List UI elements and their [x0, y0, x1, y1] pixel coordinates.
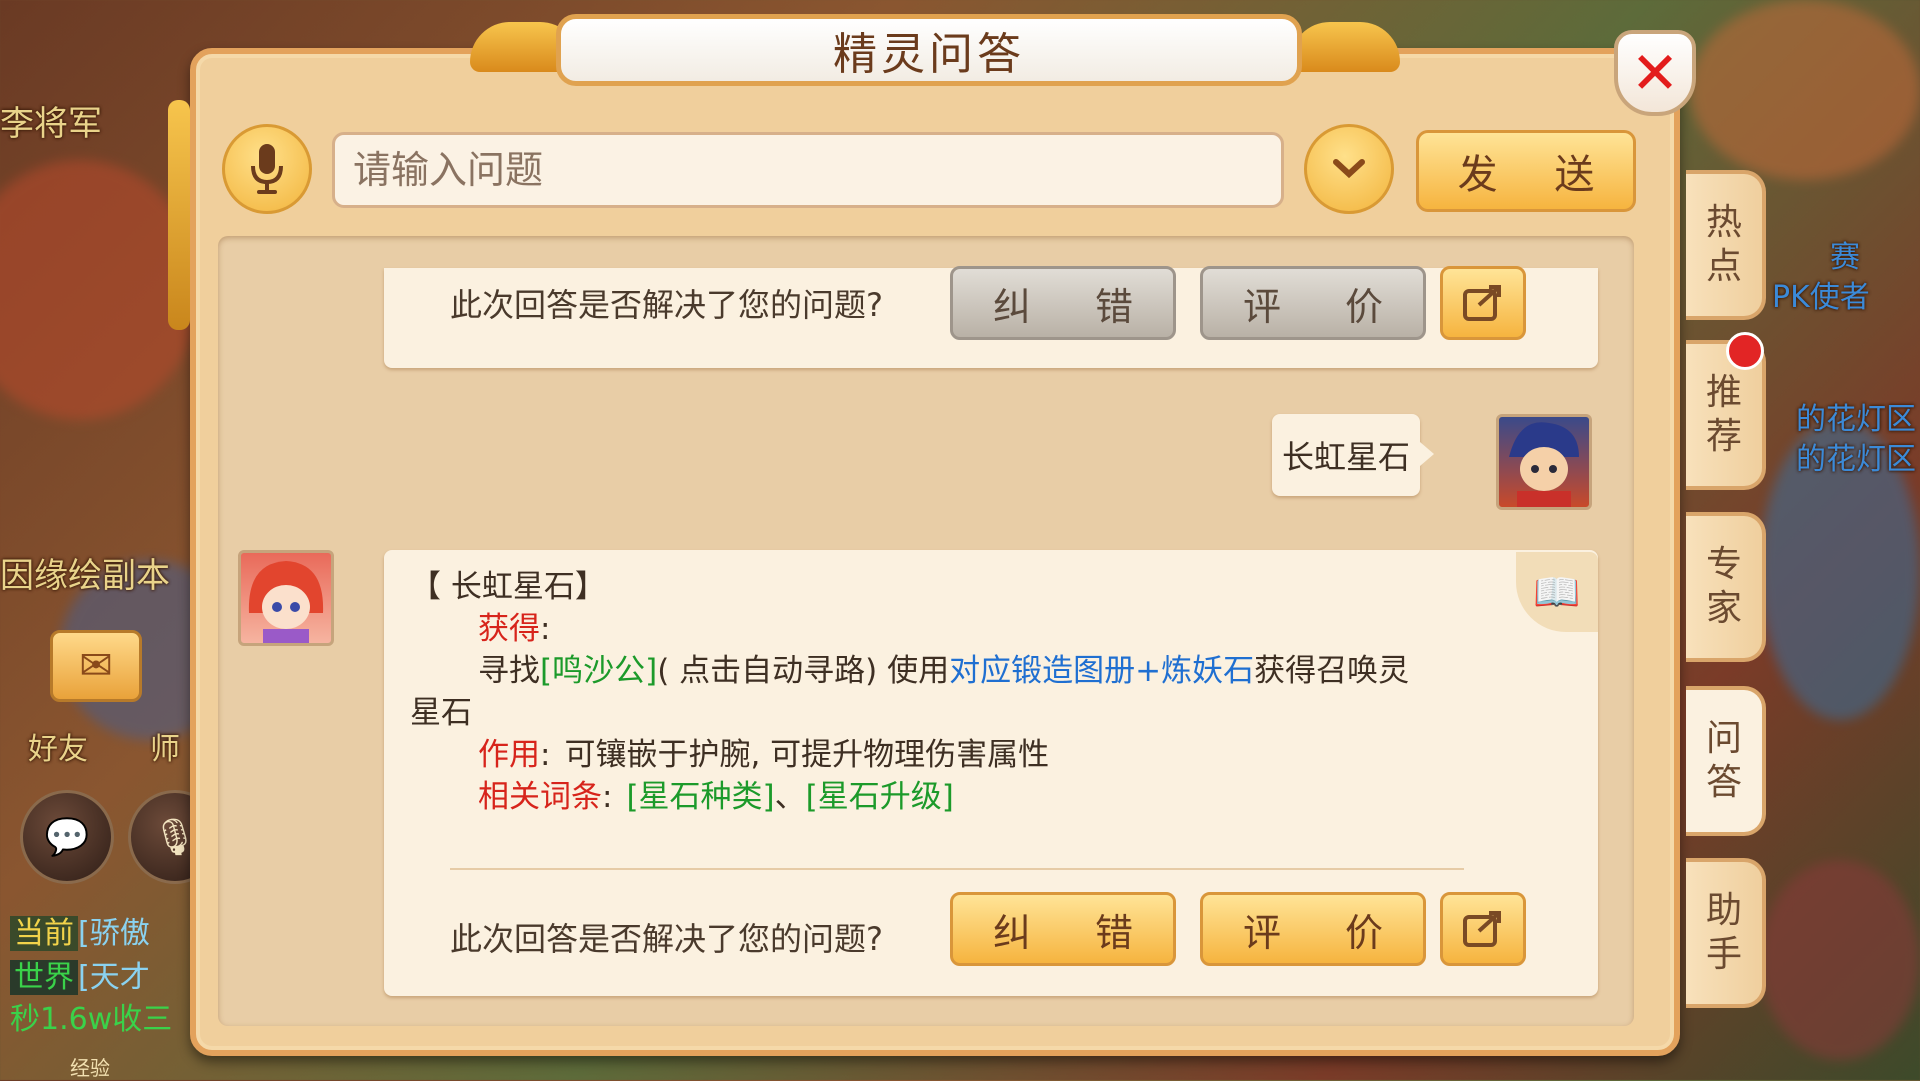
- chevron-down-icon: [1333, 159, 1365, 179]
- background-scene: [1760, 860, 1920, 1060]
- chat-line: 秒1.6w收三: [10, 994, 172, 1038]
- related-separator: 、: [774, 779, 806, 815]
- master-label[interactable]: 师: [150, 724, 180, 768]
- game-event-label: 赛: [1830, 240, 1860, 275]
- chat-line: 当前 [骄傲: [10, 908, 150, 952]
- related-link-types[interactable]: [星石种类]: [626, 779, 774, 815]
- answer-heading: 【 长虹星石】: [410, 569, 606, 605]
- obtain-suffix: 获得召唤灵: [1254, 653, 1410, 689]
- obtain-middle: ( 点击自动寻路) 使用: [657, 653, 950, 689]
- tab-hot[interactable]: 热 点: [1686, 170, 1766, 320]
- game-npc-name: 李将军: [0, 104, 102, 144]
- chat-message: [骄傲: [78, 916, 150, 951]
- tassel-ornament: [168, 100, 190, 330]
- item-link[interactable]: 对应锻造图册+炼妖石: [949, 653, 1254, 689]
- rate-button-disabled[interactable]: 评 价: [1200, 266, 1426, 340]
- share-button[interactable]: [1440, 266, 1526, 340]
- close-icon: ✕: [1630, 39, 1680, 107]
- friends-label[interactable]: 好友: [28, 724, 88, 768]
- chat-message: 秒1.6w收三: [10, 1002, 173, 1037]
- chat-line: 世界 [天才: [10, 952, 150, 996]
- background-scene: [1690, 0, 1920, 180]
- related-row: 相关词条: [星石种类]、[星石升级]: [410, 776, 1530, 818]
- user-message-text: 长虹星石: [1281, 438, 1410, 476]
- tab-label: 问: [1705, 718, 1742, 759]
- obtain-row: 获得:: [410, 608, 1530, 650]
- mail-icon: ✉: [79, 643, 113, 689]
- effect-row: 作用: 可镶嵌于护腕, 可提升物理伤害属性: [410, 734, 1530, 776]
- history-dropdown-button[interactable]: [1304, 124, 1394, 214]
- npc-link[interactable]: [鸣沙公]: [540, 653, 657, 689]
- title-ornament-right: [1290, 22, 1400, 72]
- spirit-avatar: [238, 550, 334, 646]
- tab-label: 点: [1705, 246, 1742, 287]
- obtain-prefix: 寻找: [478, 653, 540, 689]
- related-label: 相关词条: [478, 779, 602, 815]
- feedback-question: 此次回答是否解决了您的问题?: [450, 920, 883, 958]
- obtain-detail-row: 寻找[鸣沙公]( 点击自动寻路) 使用对应锻造图册+炼妖石获得召唤灵: [410, 650, 1530, 692]
- feedback-question: 此次回答是否解决了您的问题?: [450, 286, 883, 324]
- colon: :: [540, 737, 551, 773]
- tab-label: 荐: [1705, 416, 1742, 457]
- tab-label: 家: [1705, 588, 1742, 629]
- user-avatar-icon: [1509, 422, 1579, 507]
- dialog-title-bar: 精灵问答: [556, 14, 1302, 86]
- game-npc-title: PK使者: [1772, 280, 1870, 315]
- voice-input-button[interactable]: [222, 124, 312, 214]
- effect-text: 可镶嵌于护腕, 可提升物理伤害属性: [564, 737, 1050, 773]
- chat-message: [天才: [78, 960, 150, 995]
- correct-button-disabled[interactable]: 纠 错: [950, 266, 1176, 340]
- chat-button[interactable]: 💬: [20, 790, 114, 884]
- send-button[interactable]: 发 送: [1416, 130, 1636, 212]
- tab-label: 答: [1705, 762, 1742, 803]
- dialog-title: 精灵问答: [833, 29, 1025, 80]
- microphone-icon: [251, 144, 283, 194]
- chat-channel: 当前: [10, 916, 78, 951]
- close-button[interactable]: ✕: [1614, 30, 1696, 116]
- exp-label: 经验: [70, 1056, 110, 1080]
- correct-button[interactable]: 纠 错: [950, 892, 1176, 966]
- user-message-bubble: 长虹星石: [1272, 414, 1434, 496]
- user-avatar: [1496, 414, 1592, 510]
- obtain-detail-wrap: 星石: [410, 695, 472, 731]
- tab-label: 热: [1705, 202, 1742, 243]
- mail-button[interactable]: ✉: [50, 630, 142, 702]
- game-npc-name: 的花灯区: [1796, 442, 1916, 477]
- game-dungeon-label[interactable]: 因缘绘副本: [0, 548, 170, 597]
- question-input-box[interactable]: [332, 132, 1284, 208]
- colon: :: [540, 611, 551, 647]
- tab-label: 专: [1705, 544, 1742, 585]
- question-input[interactable]: [335, 135, 1281, 205]
- colon: :: [602, 779, 613, 815]
- tab-label: 助: [1705, 890, 1742, 931]
- notification-dot: [1726, 332, 1764, 370]
- game-npc-name: 的花灯区: [1796, 402, 1916, 437]
- chat-channel: 世界: [10, 960, 78, 995]
- spirit-avatar-icon: [248, 561, 324, 643]
- effect-label: 作用: [478, 737, 540, 773]
- tab-label: 手: [1705, 934, 1742, 975]
- obtain-label: 获得: [478, 611, 540, 647]
- chat-icon: 💬: [44, 817, 90, 858]
- related-link-upgrade[interactable]: [星石升级]: [806, 779, 954, 815]
- share-icon: [1463, 911, 1501, 947]
- answer-divider: [450, 868, 1464, 870]
- share-icon: [1463, 285, 1501, 321]
- tab-assistant[interactable]: 助 手: [1686, 858, 1766, 1008]
- tab-label: 推: [1705, 372, 1742, 413]
- answer-content: 【 长虹星石】 获得: 寻找[鸣沙公]( 点击自动寻路) 使用对应锻造图册+炼妖…: [410, 566, 1530, 818]
- tab-expert[interactable]: 专 家: [1686, 512, 1766, 662]
- share-button[interactable]: [1440, 892, 1526, 966]
- rate-button[interactable]: 评 价: [1200, 892, 1426, 966]
- tab-qa[interactable]: 问 答: [1686, 686, 1766, 836]
